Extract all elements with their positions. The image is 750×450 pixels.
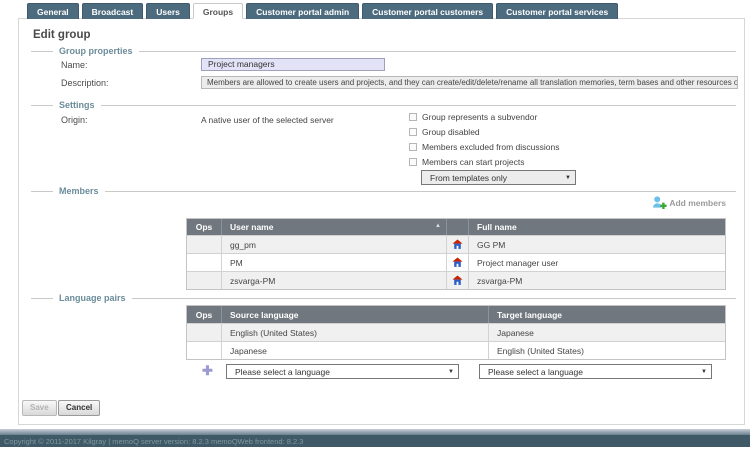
checkbox-row-disabled: Group disabled (409, 127, 480, 137)
full-name-cell: GG PM (469, 236, 725, 253)
checkbox-row-discussions: Members excluded from discussions (409, 142, 559, 152)
column-header-source-language[interactable]: Source language (222, 306, 489, 323)
tab-groups[interactable]: Groups (193, 3, 243, 19)
add-user-icon (652, 195, 667, 210)
edit-group-panel: Edit group Group properties Name: Projec… (18, 18, 745, 425)
target-language-cell: Japanese (489, 324, 725, 341)
name-label: Name: (61, 60, 88, 70)
language-pair-row[interactable]: Japanese English (United States) (187, 341, 725, 359)
section-title: Group properties (59, 46, 133, 56)
column-header-ops: Ops (187, 306, 222, 323)
ops-cell (187, 236, 222, 253)
tab-customer-portal-services[interactable]: Customer portal services (496, 3, 618, 19)
section-divider (139, 51, 736, 52)
checkbox-row-subvendor: Group represents a subvendor (409, 112, 537, 122)
section-divider (132, 298, 736, 299)
checkbox-label: Members can start projects (422, 157, 525, 167)
member-row[interactable]: zsvarga-PM zsvarga-PM (187, 271, 725, 289)
section-divider (101, 105, 736, 106)
section-settings: Settings (31, 100, 736, 110)
full-name-cell: Project manager user (469, 254, 725, 271)
section-title: Language pairs (59, 293, 126, 303)
subvendor-checkbox[interactable] (409, 113, 417, 121)
members-table-header: Ops User name ▲ Full name (187, 219, 725, 235)
column-header-user-name[interactable]: User name ▲ (222, 219, 447, 235)
section-title: Members (59, 186, 99, 196)
description-label: Description: (61, 78, 109, 88)
section-divider (105, 191, 736, 192)
home-icon (447, 236, 469, 253)
tab-broadcast[interactable]: Broadcast (82, 3, 144, 19)
section-title: Settings (59, 100, 95, 110)
language-table-header: Ops Source language Target language (187, 306, 725, 323)
footer: Copyright © 2011-2017 Kilgray | memoQ se… (0, 435, 750, 447)
members-table: Ops User name ▲ Full name gg_pm GG PM PM… (186, 218, 726, 290)
section-divider (31, 298, 53, 299)
column-header-full-name[interactable]: Full name (469, 219, 725, 235)
user-name-cell: PM (222, 254, 447, 271)
member-row[interactable]: PM Project manager user (187, 253, 725, 271)
page-title: Edit group (33, 29, 91, 41)
user-name-cell: gg_pm (222, 236, 447, 253)
ops-cell (187, 342, 222, 359)
column-header-target-language[interactable]: Target language (489, 306, 725, 323)
checkbox-row-start-projects: Members can start projects (409, 157, 525, 167)
start-projects-checkbox[interactable] (409, 158, 417, 166)
add-language-pair-icon[interactable]: ✚ (202, 363, 213, 378)
section-divider (31, 191, 53, 192)
target-language-cell: English (United States) (489, 342, 725, 359)
language-pair-row[interactable]: English (United States) Japanese (187, 323, 725, 341)
home-icon (447, 272, 469, 289)
project-start-dropdown[interactable]: From templates only ▼ (421, 170, 576, 185)
cancel-button[interactable]: Cancel (58, 400, 100, 416)
origin-value: A native user of the selected server (201, 115, 334, 125)
section-members: Members (31, 186, 736, 196)
sort-asc-icon: ▲ (435, 223, 441, 229)
group-disabled-checkbox[interactable] (409, 128, 417, 136)
dropdown-selected-value: Please select a language (227, 367, 448, 377)
source-language-cell: English (United States) (222, 324, 489, 341)
dropdown-selected-value: Please select a language (480, 367, 701, 377)
tab-customer-portal-admin[interactable]: Customer portal admin (246, 3, 359, 19)
chevron-down-icon: ▼ (448, 369, 458, 375)
ops-cell (187, 272, 222, 289)
checkbox-label: Group disabled (422, 127, 480, 137)
source-language-dropdown[interactable]: Please select a language ▼ (226, 364, 459, 379)
tab-users[interactable]: Users (146, 3, 190, 19)
add-members-label: Add members (669, 198, 726, 208)
footer-copyright-text: Copyright © 2011-2017 Kilgray | memoQ se… (4, 437, 303, 446)
chevron-down-icon: ▼ (565, 175, 575, 181)
section-divider (31, 105, 53, 106)
column-header-ops: Ops (187, 219, 222, 235)
tab-customer-portal-customers[interactable]: Customer portal customers (362, 3, 493, 19)
ops-cell (187, 254, 222, 271)
section-divider (31, 51, 53, 52)
ops-cell (187, 324, 222, 341)
chevron-down-icon: ▼ (701, 369, 711, 375)
section-language-pairs: Language pairs (31, 293, 736, 303)
section-group-properties: Group properties (31, 46, 736, 56)
dropdown-selected-value: From templates only (422, 173, 565, 183)
tab-bar: General Broadcast Users Groups Customer … (27, 3, 618, 19)
user-name-cell: zsvarga-PM (222, 272, 447, 289)
add-members-button[interactable]: Add members (652, 195, 726, 210)
column-header-origin-icon (447, 219, 469, 235)
full-name-cell: zsvarga-PM (469, 272, 725, 289)
save-button[interactable]: Save (22, 400, 57, 416)
member-row[interactable]: gg_pm GG PM (187, 235, 725, 253)
source-language-cell: Japanese (222, 342, 489, 359)
target-language-dropdown[interactable]: Please select a language ▼ (479, 364, 712, 379)
excluded-discussions-checkbox[interactable] (409, 143, 417, 151)
checkbox-label: Group represents a subvendor (422, 112, 537, 122)
group-name-input[interactable]: Project managers (201, 58, 385, 71)
home-icon (447, 254, 469, 271)
checkbox-label: Members excluded from discussions (422, 142, 559, 152)
language-pairs-table: Ops Source language Target language Engl… (186, 305, 726, 360)
tab-general[interactable]: General (27, 3, 79, 19)
group-description-input[interactable]: Members are allowed to create users and … (201, 76, 738, 89)
origin-label: Origin: (61, 115, 88, 125)
